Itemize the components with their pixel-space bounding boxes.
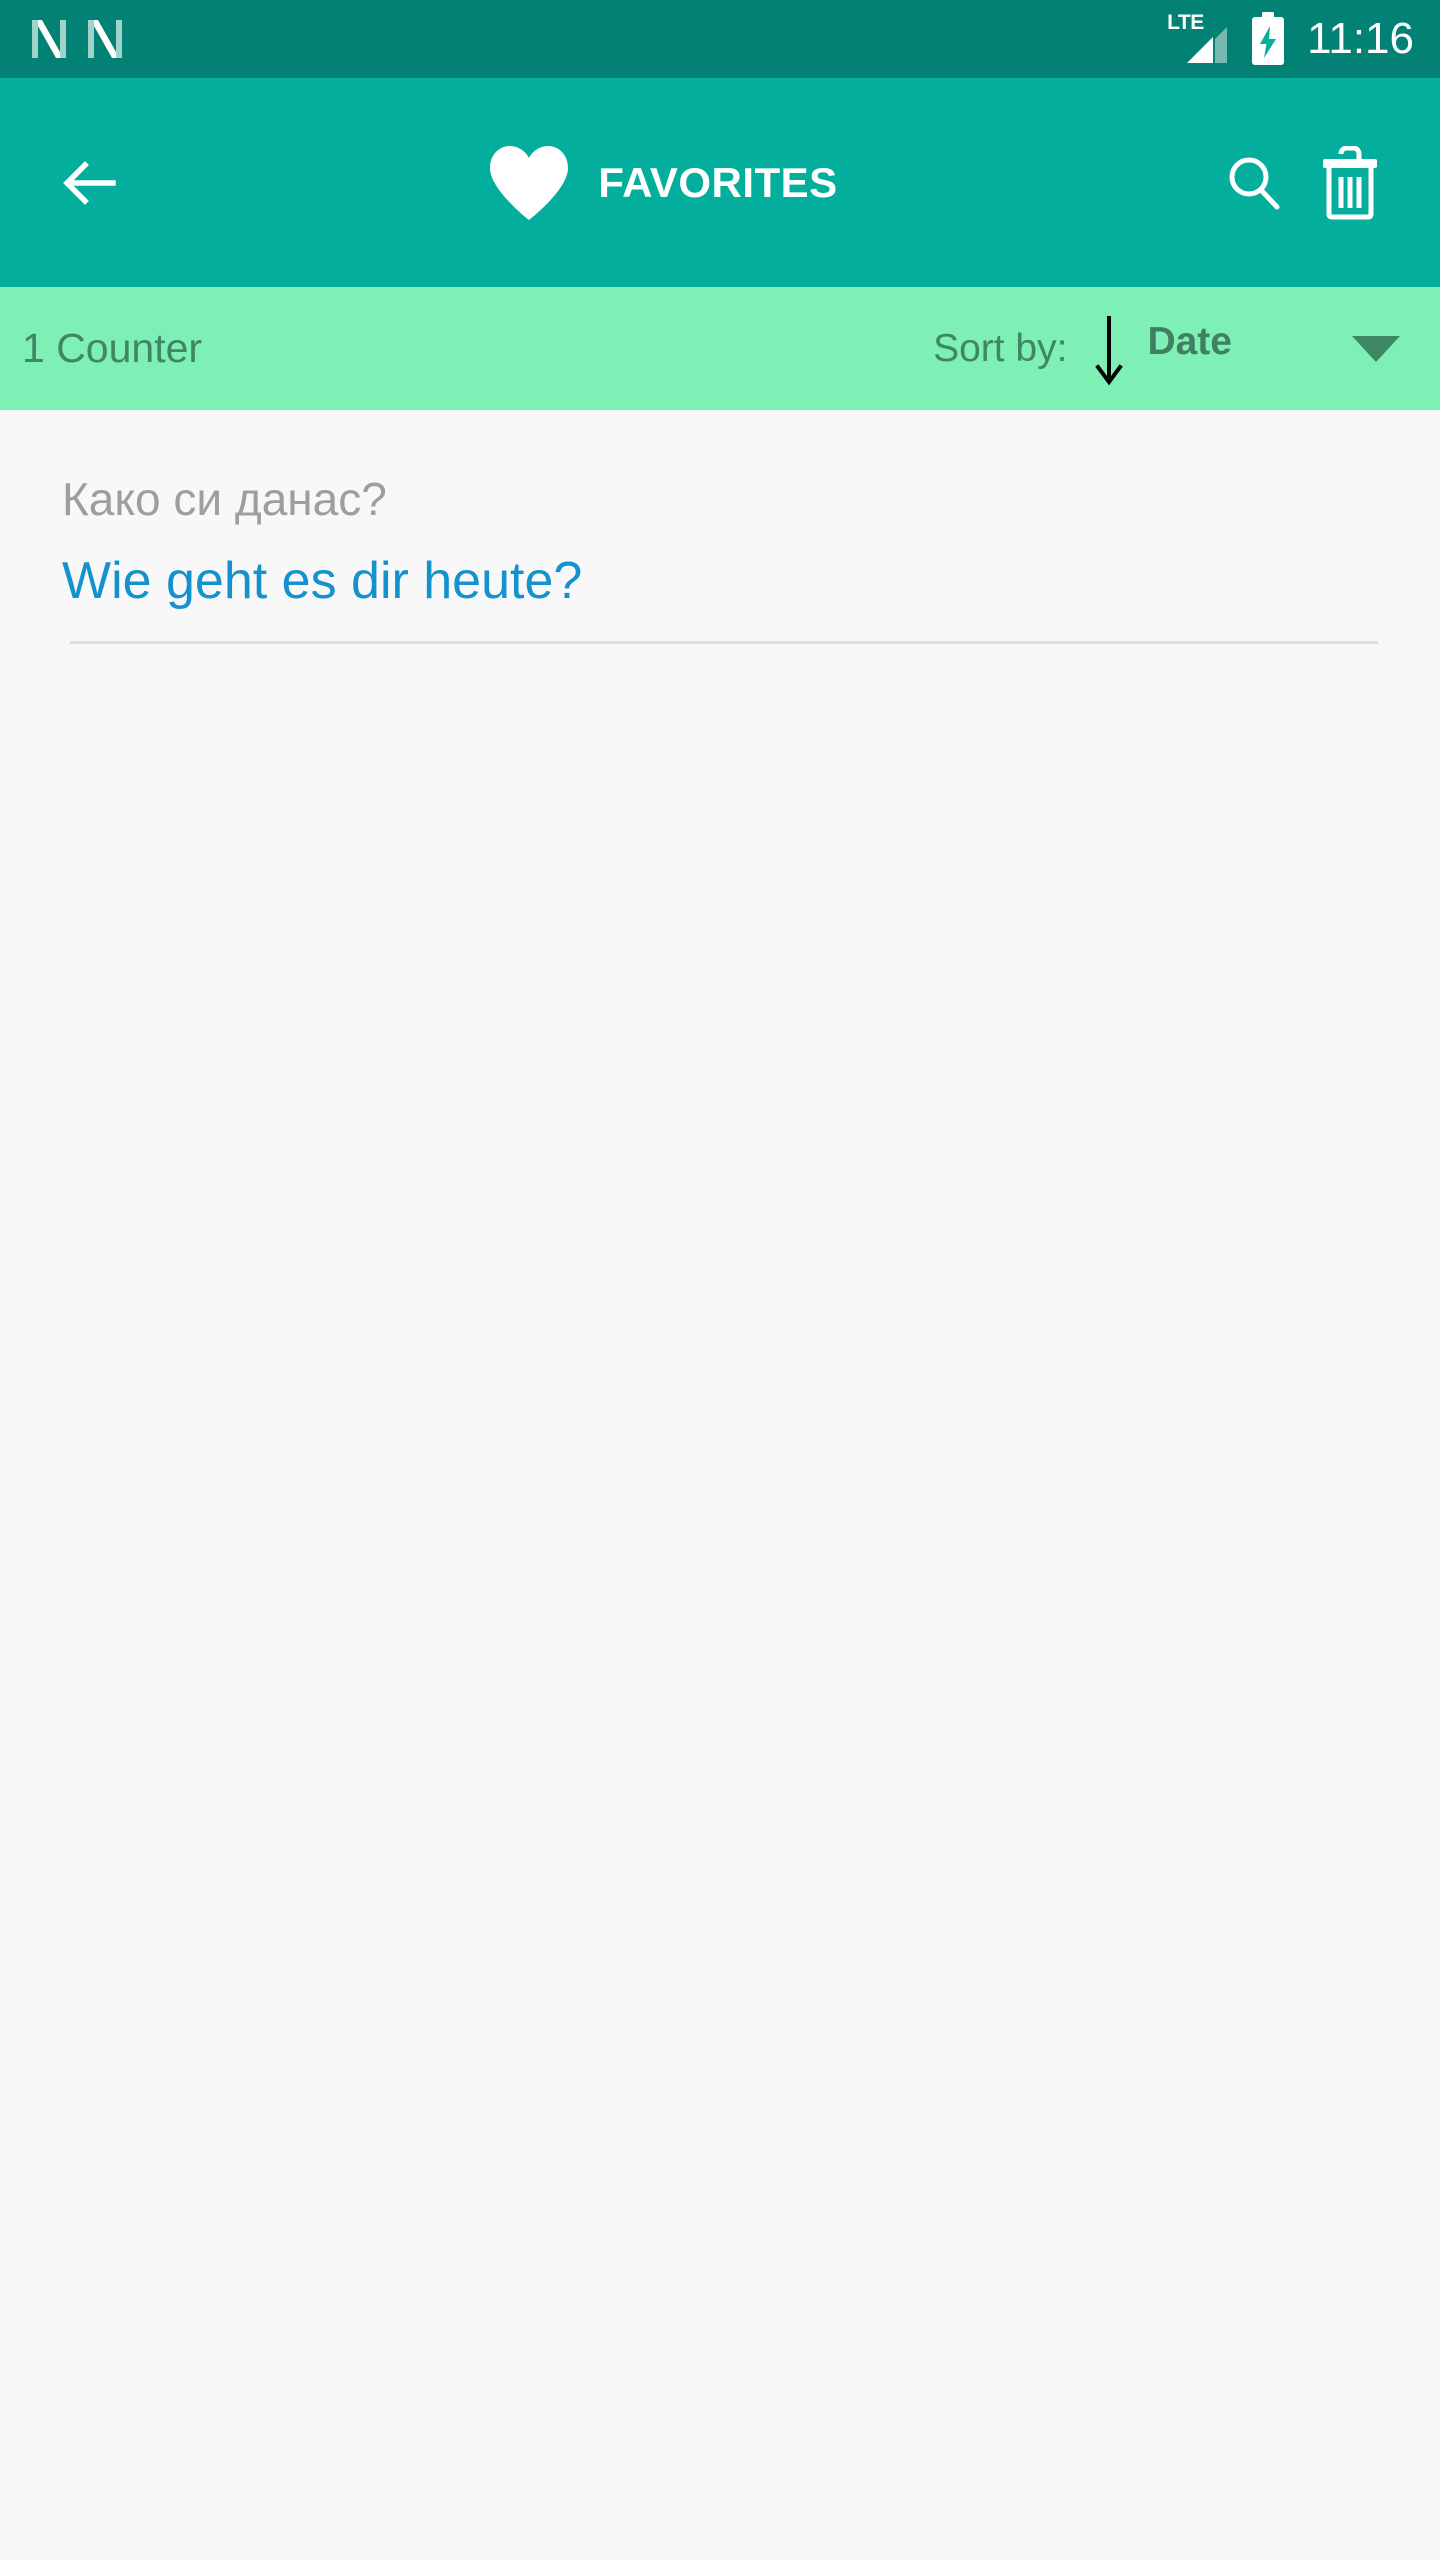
list-item[interactable]: Како си данас? Wie geht es dir heute?: [0, 456, 1440, 645]
status-bar-indicators: LTE 11:16: [1165, 12, 1414, 66]
app-bar: FAVORITES: [0, 78, 1440, 287]
counter-label: 1 Counter: [22, 325, 203, 371]
sort-control[interactable]: Sort by: Date: [933, 312, 1418, 386]
trash-icon: [1323, 145, 1377, 219]
delete-button[interactable]: [1302, 135, 1398, 231]
nougat-icon: [82, 14, 124, 64]
battery-charging-icon: [1249, 12, 1287, 66]
heart-filled-icon: [486, 143, 572, 223]
status-bar-clock: 11:16: [1307, 14, 1414, 63]
page-title: FAVORITES: [598, 158, 838, 206]
sort-value-label[interactable]: Date: [1147, 322, 1232, 361]
search-button[interactable]: [1206, 135, 1302, 231]
caret-down-icon[interactable]: [1352, 335, 1400, 362]
nougat-icon: [26, 14, 68, 64]
signal-bars-icon: LTE: [1165, 12, 1229, 65]
arrow-down-icon[interactable]: [1089, 312, 1129, 386]
status-bar-notifications: [26, 14, 124, 64]
list-item-source-text: Како си данас?: [62, 473, 387, 525]
list-divider: [70, 641, 1378, 645]
status-bar: LTE 11:16: [0, 0, 1440, 78]
favorites-list: Како си данас? Wie geht es dir heute?: [0, 410, 1440, 2560]
sort-bar: 1 Counter Sort by: Date: [0, 287, 1440, 410]
search-icon: [1229, 157, 1280, 209]
sort-by-label: Sort by:: [933, 327, 1068, 370]
app-bar-title-group: FAVORITES: [118, 143, 1206, 223]
list-item-target-text: Wie geht es dir heute?: [62, 551, 583, 610]
back-arrow-icon: [63, 160, 116, 205]
